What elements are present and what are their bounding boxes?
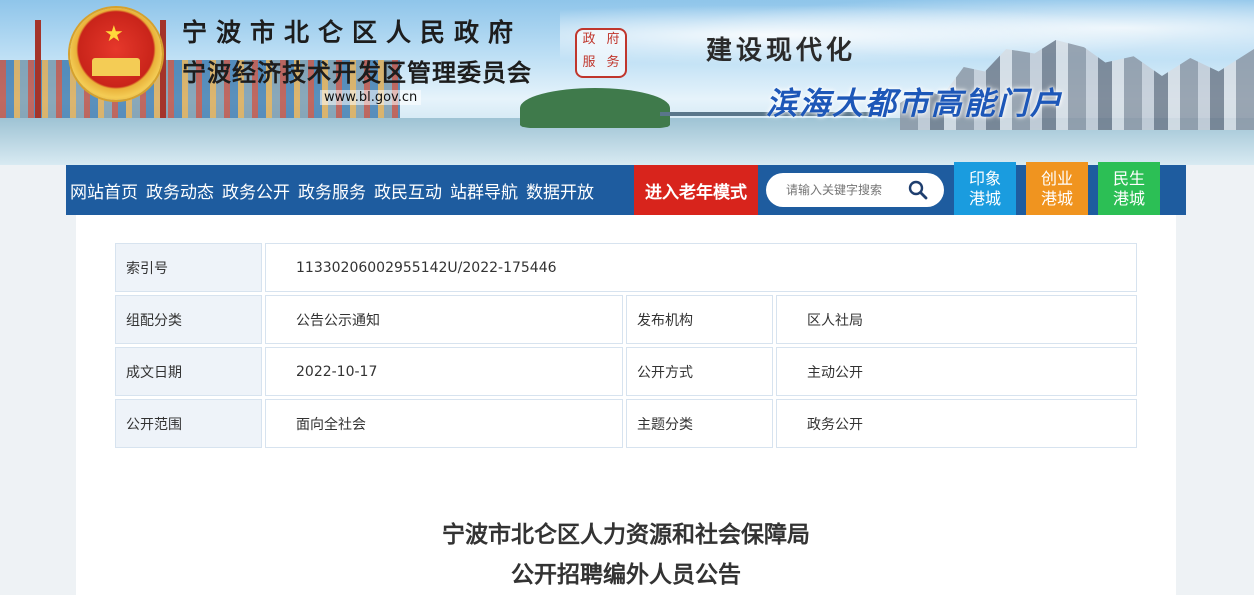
quick-link-impression[interactable]: 印象 港城 <box>954 162 1016 216</box>
tiananmen-icon <box>92 58 140 76</box>
quick-link-label: 印象 <box>968 169 1001 188</box>
site-url: www.bl.gov.cn <box>320 90 422 105</box>
search-icon[interactable] <box>908 180 928 200</box>
document-meta-table: 索引号 11330206002955142U/2022-175446 组配分类 … <box>115 243 1137 451</box>
meta-value-index: 11330206002955142U/2022-175446 <box>265 243 1137 292</box>
seal-char: 务 <box>606 55 620 70</box>
meta-row: 公开范围 面向全社会 主题分类 政务公开 <box>115 399 1137 448</box>
meta-label-category: 组配分类 <box>115 295 262 344</box>
meta-label-method: 公开方式 <box>626 347 773 396</box>
search-box <box>766 173 944 207</box>
meta-value-category: 公告公示通知 <box>265 295 623 344</box>
elder-mode-button[interactable]: 进入老年模式 <box>634 165 758 215</box>
article-title-line1: 宁波市北仑区人力资源和社会保障局 <box>442 522 810 548</box>
quick-link-label: 港城 <box>1040 189 1073 208</box>
quick-link-startup[interactable]: 创业 港城 <box>1026 162 1088 216</box>
nav-item-open-data[interactable]: 数据开放 <box>526 178 594 203</box>
quick-link-livelihood[interactable]: 民生 港城 <box>1098 162 1160 216</box>
banner-island <box>520 88 670 128</box>
nav-item-site-group[interactable]: 站群导航 <box>450 178 518 203</box>
quick-link-label: 港城 <box>968 189 1001 208</box>
nav-item-interaction[interactable]: 政民互动 <box>374 178 442 203</box>
nav-menu: 网站首页 政务动态 政务公开 政务服务 政民互动 站群导航 数据开放 <box>66 165 598 215</box>
header-banner: ★ 宁波市北仑区人民政府 宁波经济技术开发区管理委员会 www.bl.gov.c… <box>0 0 1254 165</box>
nav-item-news[interactable]: 政务动态 <box>146 178 214 203</box>
meta-value-publisher: 区人社局 <box>776 295 1137 344</box>
nav-item-services[interactable]: 政务服务 <box>298 178 366 203</box>
meta-label-date: 成文日期 <box>115 347 262 396</box>
government-service-seal: 政 府 服 务 <box>575 28 627 78</box>
org-name-committee: 宁波经济技术开发区管理委员会 <box>182 58 532 87</box>
meta-label-publisher: 发布机构 <box>626 295 773 344</box>
quick-link-label: 民生 <box>1112 169 1145 188</box>
nav-item-disclosure[interactable]: 政务公开 <box>222 178 290 203</box>
meta-value-scope: 面向全社会 <box>265 399 623 448</box>
banner-crane <box>35 20 41 120</box>
meta-row: 索引号 11330206002955142U/2022-175446 <box>115 243 1137 292</box>
meta-label-topic: 主题分类 <box>626 399 773 448</box>
main-nav: 网站首页 政务动态 政务公开 政务服务 政民互动 站群导航 数据开放 <box>66 165 1186 215</box>
org-name-government: 宁波市北仑区人民政府 <box>182 18 523 47</box>
meta-label-index: 索引号 <box>115 243 262 292</box>
search-input[interactable] <box>784 182 910 198</box>
meta-value-date: 2022-10-17 <box>265 347 623 396</box>
article-title-line2: 公开招聘编外人员公告 <box>511 562 741 588</box>
nav-item-home[interactable]: 网站首页 <box>70 178 138 203</box>
banner-clouds <box>560 0 1254 70</box>
seal-char: 府 <box>606 32 620 47</box>
seal-char: 政 <box>582 32 596 47</box>
slogan-sub: 滨海大都市高能门户 <box>766 86 1063 122</box>
quick-link-label: 创业 <box>1040 169 1073 188</box>
meta-value-method: 主动公开 <box>776 347 1137 396</box>
meta-row: 成文日期 2022-10-17 公开方式 主动公开 <box>115 347 1137 396</box>
meta-row: 组配分类 公告公示通知 发布机构 区人社局 <box>115 295 1137 344</box>
quick-link-label: 港城 <box>1112 189 1145 208</box>
content-panel: 索引号 11330206002955142U/2022-175446 组配分类 … <box>76 215 1176 595</box>
meta-value-topic: 政务公开 <box>776 399 1137 448</box>
slogan-main: 建设现代化 <box>706 36 857 66</box>
national-emblem-icon[interactable]: ★ <box>70 8 162 100</box>
meta-label-scope: 公开范围 <box>115 399 262 448</box>
seal-char: 服 <box>582 55 596 70</box>
star-icon: ★ <box>104 22 124 47</box>
banner-crane <box>160 20 166 120</box>
